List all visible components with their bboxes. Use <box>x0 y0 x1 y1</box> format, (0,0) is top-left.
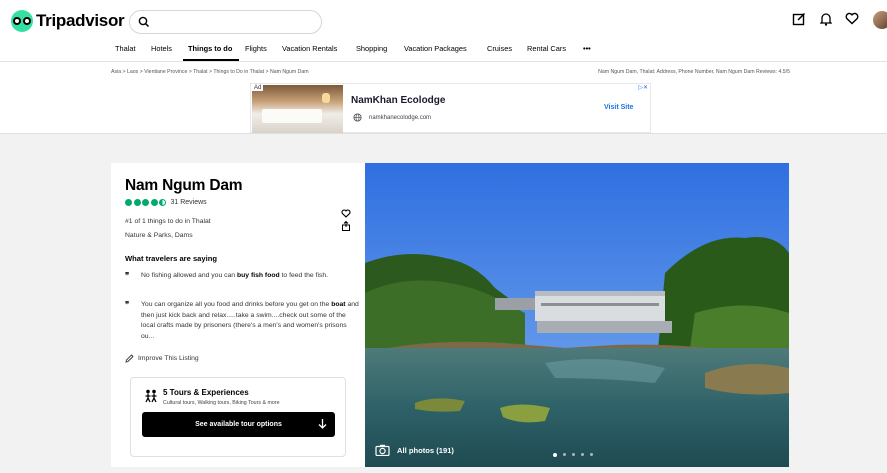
tour-group-icon <box>145 389 157 403</box>
ranking-text[interactable]: #1 of 1 things to do in Thalat <box>125 218 211 225</box>
write-review-icon[interactable] <box>792 12 806 26</box>
nav-item-thalat[interactable]: Thalat <box>115 44 136 53</box>
see-tour-options-button[interactable]: See available tour options <box>142 412 335 437</box>
search-input[interactable] <box>129 10 322 34</box>
ad-hotel-room-image[interactable] <box>252 85 343 133</box>
category-tags[interactable]: Nature & Parks, Dams <box>125 232 193 239</box>
improve-listing-link[interactable]: Improve This Listing <box>125 354 199 363</box>
carousel-dot[interactable] <box>563 453 566 456</box>
quote-mark-icon: ❞ <box>125 300 130 309</box>
carousel-dot-active[interactable] <box>553 452 557 457</box>
page-title: Nam Ngum Dam <box>125 177 243 194</box>
carousel-dot[interactable] <box>572 453 575 456</box>
nav-item-vacation-packages[interactable]: Vacation Packages <box>404 44 467 53</box>
saves-heart-icon[interactable] <box>845 12 859 25</box>
nav-item-cruises[interactable]: Cruises <box>487 44 512 53</box>
user-avatar[interactable] <box>873 11 887 29</box>
category-nav: Thalat Hotels Things to do Flights Vacat… <box>0 40 887 62</box>
carousel-dot[interactable] <box>590 453 593 456</box>
quote-mark-icon: ❞ <box>125 271 130 280</box>
rating-bubble-half <box>159 199 166 206</box>
page-heading-summary: Nam Ngum Dam, Thalat: Address, Phone Num… <box>598 69 790 75</box>
traveler-quote[interactable]: ❞ You can organize all you food and drin… <box>125 300 361 342</box>
ad-badge: Ad <box>252 85 264 91</box>
arrow-down-icon <box>318 419 327 429</box>
visit-site-button[interactable]: Visit Site <box>604 104 633 111</box>
dam-landscape-image <box>365 163 789 467</box>
share-icon[interactable] <box>341 221 351 231</box>
search-icon <box>138 16 150 28</box>
rating-bubble <box>133 199 141 206</box>
brand-name: Tripadvisor <box>36 11 125 30</box>
owl-logo-icon <box>11 10 33 32</box>
tripadvisor-logo[interactable]: Tripadvisor <box>11 10 125 32</box>
active-tab-indicator <box>183 59 239 61</box>
attraction-photo[interactable]: All photos (191) <box>365 163 789 467</box>
nav-item-vacation-rentals[interactable]: Vacation Rentals <box>282 44 337 53</box>
camera-icon <box>375 444 390 456</box>
nav-item-flights[interactable]: Flights <box>245 44 267 53</box>
attraction-card: Nam Ngum Dam 31 Reviews #1 of 1 things t… <box>111 163 789 467</box>
ad-choices-icon[interactable]: ▷✕ <box>638 84 648 91</box>
pencil-icon <box>125 354 134 363</box>
rating-bubble <box>125 199 132 206</box>
notifications-bell-icon[interactable] <box>820 12 832 26</box>
ad-title[interactable]: NamKhan Ecolodge <box>351 95 445 106</box>
save-heart-icon[interactable] <box>341 209 351 218</box>
nav-item-hotels[interactable]: Hotels <box>151 44 172 53</box>
globe-icon <box>353 113 362 122</box>
breadcrumb[interactable]: Asia > Laos > Vientiane Province > Thala… <box>111 69 309 75</box>
rating-row[interactable]: 31 Reviews <box>125 199 207 206</box>
tours-title: 5 Tours & Experiences <box>163 388 249 397</box>
nav-item-shopping[interactable]: Shopping <box>356 44 387 53</box>
photo-carousel-dots[interactable] <box>553 452 593 457</box>
breadcrumb-ad-area: Asia > Laos > Vientiane Province > Thala… <box>0 62 887 134</box>
carousel-dot[interactable] <box>581 453 584 456</box>
travelers-saying-heading: What travelers are saying <box>125 254 218 263</box>
tours-box: 5 Tours & Experiences Cultural tours, Wa… <box>130 377 346 457</box>
attraction-info-panel: Nam Ngum Dam 31 Reviews #1 of 1 things t… <box>111 163 365 467</box>
rating-bubble <box>142 199 149 206</box>
all-photos-button[interactable]: All photos (191) <box>375 444 454 456</box>
rating-bubble <box>150 199 158 206</box>
ad-domain: namkhanecolodge.com <box>369 115 432 121</box>
tours-subtitle: Cultural tours, Walking tours, Biking To… <box>163 400 280 406</box>
nav-item-rental-cars[interactable]: Rental Cars <box>527 44 566 53</box>
top-header: Tripadvisor <box>0 0 887 40</box>
sponsored-ad[interactable]: Ad NamKhan Ecolodge namkhanecolodge.com … <box>250 83 651 133</box>
review-count[interactable]: 31 Reviews <box>171 199 207 206</box>
nav-more-button[interactable]: ••• <box>583 44 591 53</box>
nav-item-things-to-do[interactable]: Things to do <box>188 44 232 53</box>
traveler-quote[interactable]: ❞ No fishing allowed and you can buy fis… <box>125 271 361 282</box>
